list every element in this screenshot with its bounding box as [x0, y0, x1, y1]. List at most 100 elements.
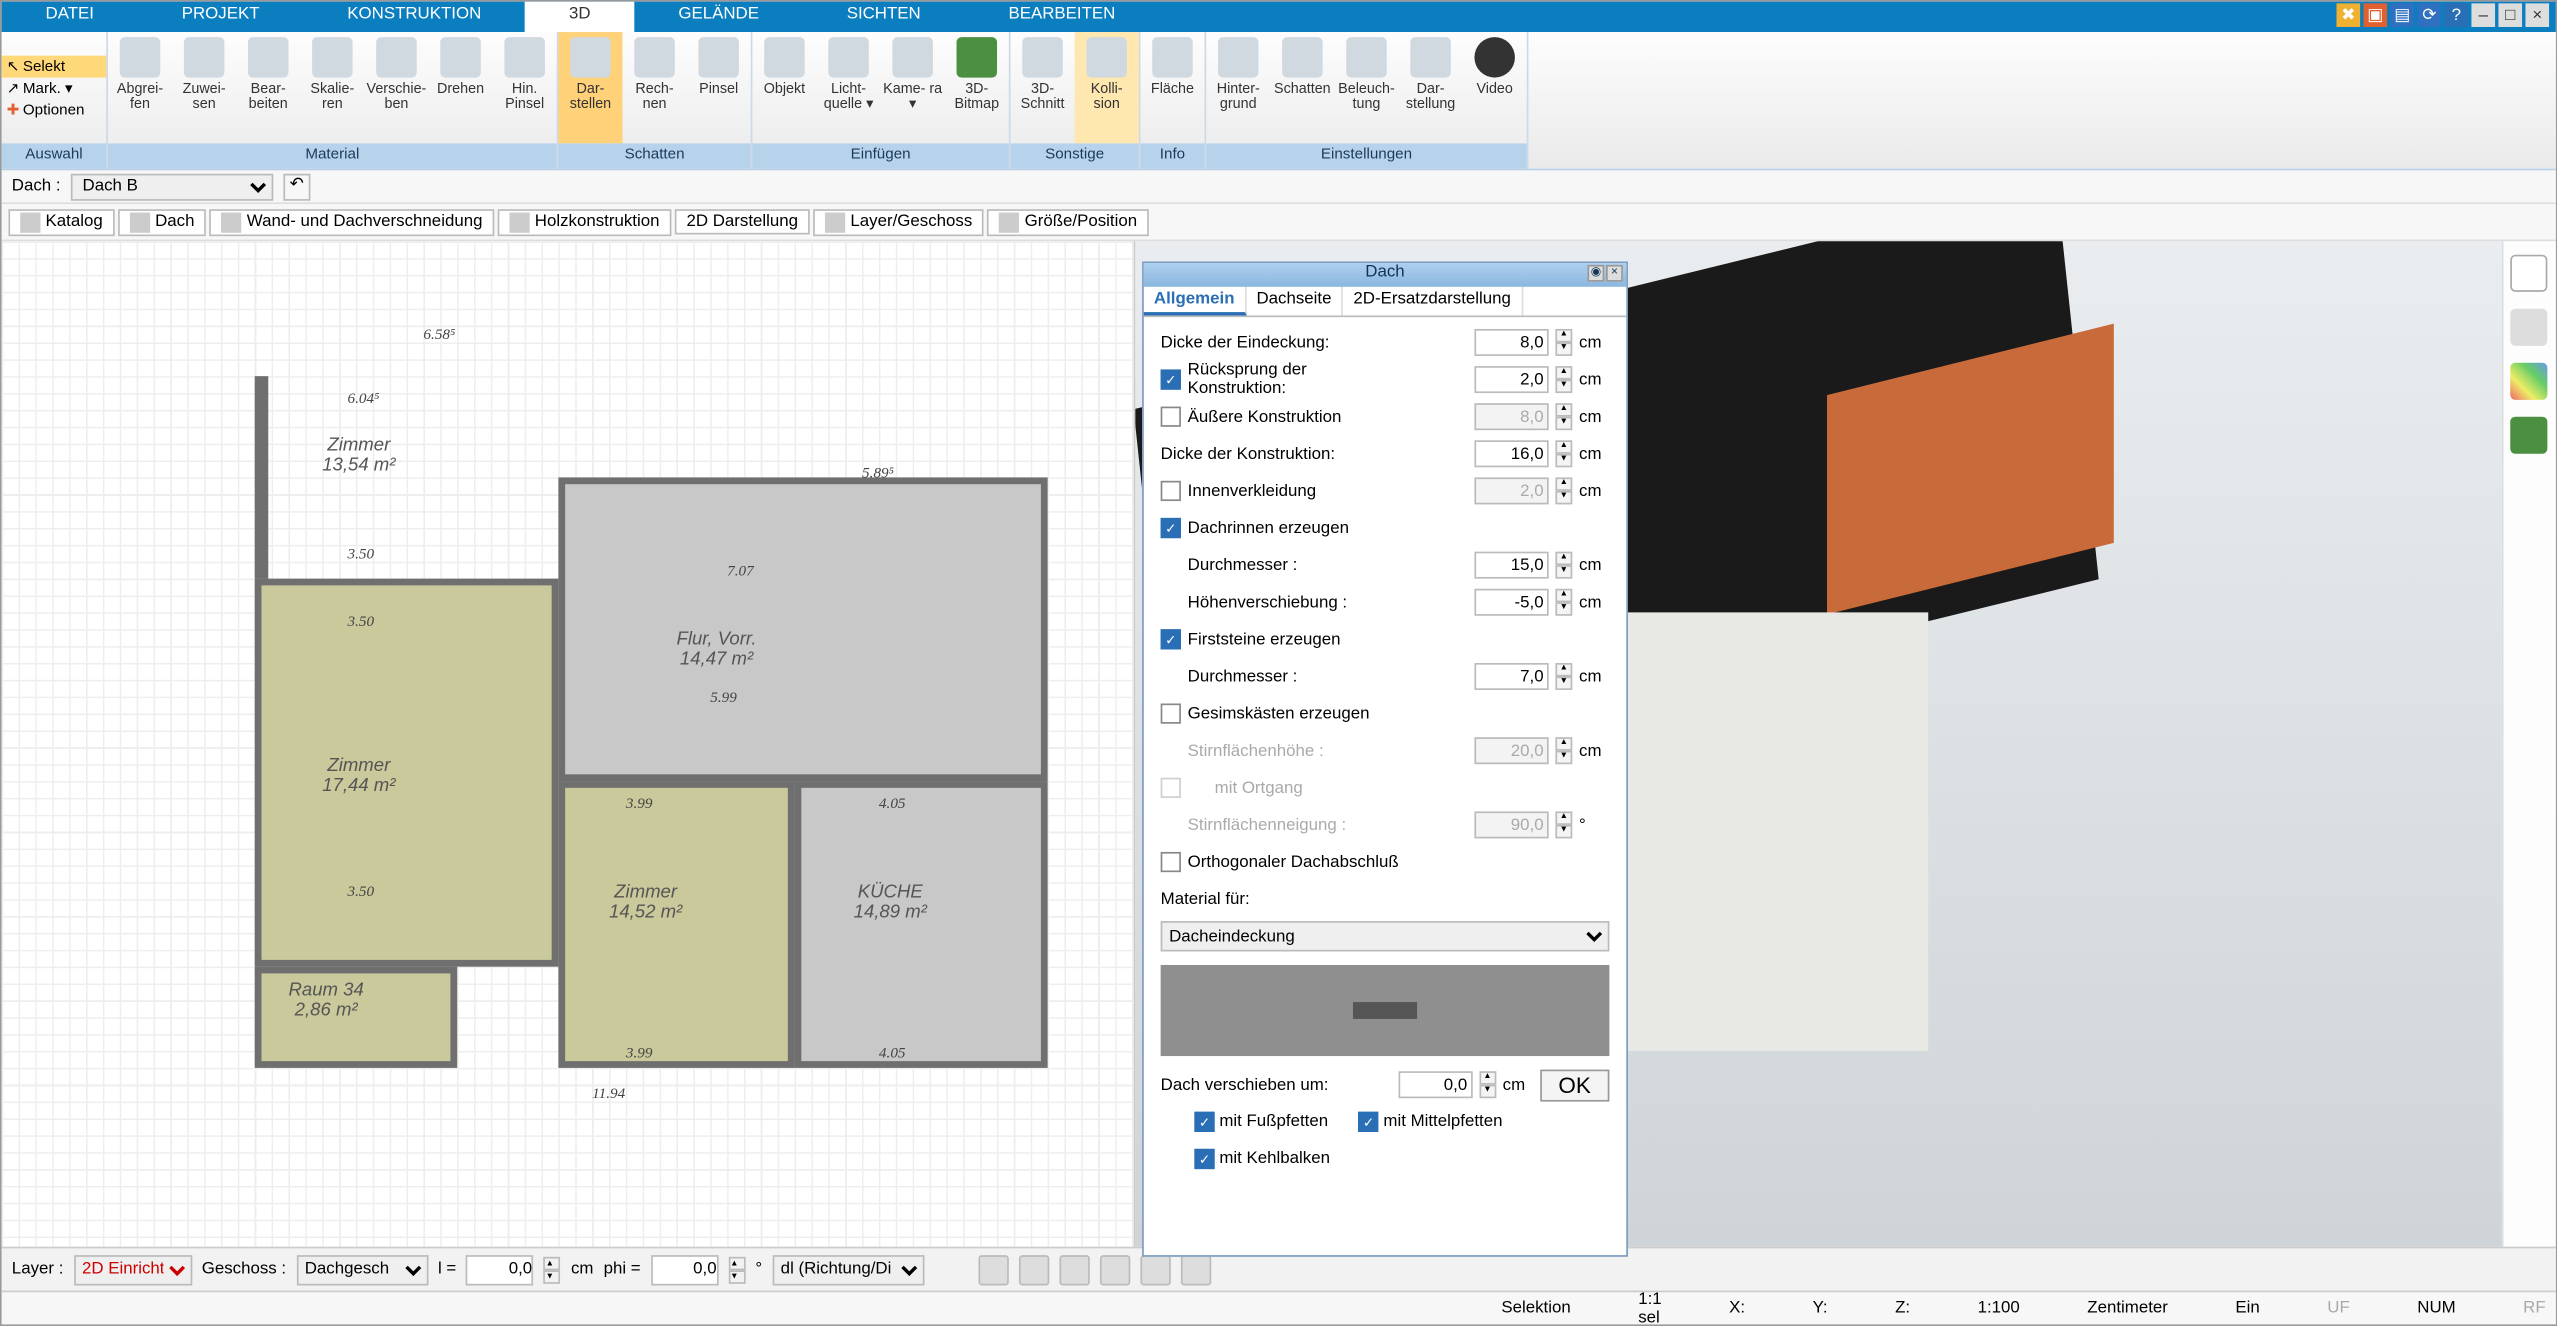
tab-2d[interactable]: 2D Darstellung	[675, 209, 810, 234]
chk-kehlbalken[interactable]: ✓	[1194, 1149, 1214, 1169]
tab-holz[interactable]: Holzkonstruktion	[498, 208, 672, 235]
tab-layer[interactable]: Layer/Geschoss	[813, 208, 984, 235]
menu-datei[interactable]: DATEI	[2, 2, 138, 32]
inp-dicke-konstr[interactable]	[1474, 440, 1548, 467]
furniture-icon[interactable]	[2510, 309, 2547, 346]
menu-sichten[interactable]: SICHTEN	[803, 2, 965, 32]
inp-l[interactable]	[466, 1254, 533, 1284]
inp-first-d[interactable]	[1474, 663, 1548, 690]
drehen-button[interactable]: Drehen	[428, 32, 492, 143]
inp-hoehe[interactable]	[1474, 589, 1548, 616]
inp-dachrinnen-d[interactable]	[1474, 552, 1548, 579]
geschoss-select[interactable]: Dachgesch	[296, 1254, 428, 1284]
menu-3d[interactable]: 3D	[525, 2, 634, 32]
inp-dicke-eindeckung[interactable]	[1474, 329, 1548, 356]
tree-icon	[957, 37, 997, 77]
close-icon[interactable]: ×	[2525, 3, 2549, 27]
tab-groesse[interactable]: Größe/Position	[987, 208, 1148, 235]
ok-button[interactable]: OK	[1540, 1069, 1610, 1101]
help-icon[interactable]: ?	[2444, 3, 2468, 27]
menu-bearbeiten[interactable]: BEARBEITEN	[965, 2, 1160, 32]
tab-dachseite[interactable]: Dachseite	[1246, 287, 1343, 316]
group-auswahl: Auswahl	[2, 143, 107, 168]
tab-allgemein[interactable]: Allgemein	[1144, 287, 1247, 316]
brush-icon	[504, 37, 544, 77]
mark-dropdown[interactable]: ↗Mark. ▾	[2, 77, 107, 99]
3d-bitmap-button[interactable]: 3D- Bitmap	[945, 32, 1009, 143]
status-num: NUM	[2417, 1299, 2455, 1318]
video-button[interactable]: Video	[1463, 32, 1527, 143]
chk-ruecksprung[interactable]: ✓	[1161, 369, 1181, 389]
dialog-close-icon[interactable]: ×	[1606, 265, 1623, 282]
darstellen-button[interactable]: Dar- stellen	[558, 32, 622, 143]
chk-ortgang	[1161, 778, 1181, 798]
arrow-icon[interactable]	[1181, 1254, 1211, 1284]
cam2-icon[interactable]	[1100, 1254, 1130, 1284]
kollision-button[interactable]: Kolli- sion	[1075, 32, 1139, 143]
material-preview[interactable]	[1161, 965, 1610, 1056]
inp-verschieben[interactable]	[1398, 1071, 1472, 1098]
render-icon	[570, 37, 610, 77]
chk-innen[interactable]	[1161, 481, 1181, 501]
tool-icon[interactable]: ⟳	[2417, 3, 2441, 27]
menu-gelaende[interactable]: GELÄNDE	[634, 2, 802, 32]
palette-icon[interactable]	[2510, 363, 2547, 400]
dim-label: 6.58⁵	[423, 326, 455, 343]
objekt-button[interactable]: Objekt	[752, 32, 816, 143]
layer-select[interactable]: 2D Einricht	[74, 1254, 192, 1284]
3d-schnitt-button[interactable]: 3D- Schnitt	[1011, 32, 1075, 143]
chk-dachrinnen[interactable]: ✓	[1161, 518, 1181, 538]
tab-katalog[interactable]: Katalog	[8, 208, 114, 235]
render-icon[interactable]	[1140, 1254, 1170, 1284]
tool-icon[interactable]: ✖	[2336, 3, 2360, 27]
inp-ruecksprung[interactable]	[1474, 366, 1548, 393]
chk-fusspfetten[interactable]: ✓	[1194, 1112, 1214, 1132]
eye-icon[interactable]	[1019, 1254, 1049, 1284]
tab-ersatz[interactable]: 2D-Ersatzdarstellung	[1343, 287, 1522, 316]
beleuchtung-button[interactable]: Beleuch- tung	[1334, 32, 1398, 143]
lichtquelle-button[interactable]: Licht- quelle ▾	[817, 32, 881, 143]
cam-icon[interactable]	[1059, 1254, 1089, 1284]
undo-icon[interactable]: ↶	[283, 173, 310, 200]
hin-pinsel-button[interactable]: Hin. Pinsel	[493, 32, 557, 143]
pinsel-button[interactable]: Pinsel	[687, 32, 751, 143]
zuweisen-button[interactable]: Zuwei- sen	[172, 32, 236, 143]
tab-dach[interactable]: Dach	[118, 208, 206, 235]
selekt-button[interactable]: ↖Selekt	[2, 55, 107, 77]
clock-icon[interactable]	[978, 1254, 1008, 1284]
chk-gesims[interactable]	[1161, 703, 1181, 723]
lbl-phi: phi =	[604, 1260, 641, 1279]
chk-ortho[interactable]	[1161, 852, 1181, 872]
menu-konstruktion[interactable]: KONSTRUKTION	[303, 2, 525, 32]
skalieren-button[interactable]: Skalie- ren	[300, 32, 364, 143]
chk-mittelpfetten[interactable]: ✓	[1358, 1112, 1378, 1132]
status-sel: Selektion	[1501, 1299, 1570, 1318]
menu-projekt[interactable]: PROJEKT	[138, 2, 304, 32]
hintergrund-button[interactable]: Hinter- grund	[1206, 32, 1270, 143]
chk-aeussere[interactable]	[1161, 407, 1181, 427]
inp-phi[interactable]	[651, 1254, 718, 1284]
chk-firststeine[interactable]: ✓	[1161, 629, 1181, 649]
verschieben-button[interactable]: Verschie- ben	[364, 32, 428, 143]
kamera-button[interactable]: Kame- ra ▾	[881, 32, 945, 143]
minimize-icon[interactable]: –	[2471, 3, 2495, 27]
dach-select[interactable]: Dach B	[71, 173, 273, 200]
tool-icon[interactable]: ▤	[2390, 3, 2414, 27]
optionen-button[interactable]: ✚Optionen	[2, 99, 107, 121]
tab-wand[interactable]: Wand- und Dachverschneidung	[210, 208, 495, 235]
spinner[interactable]: ▲▼	[1555, 329, 1572, 356]
flaeche-button[interactable]: Fläche	[1140, 32, 1204, 143]
rechnen-button[interactable]: Rech- nen	[623, 32, 687, 143]
maximize-icon[interactable]: □	[2498, 3, 2522, 27]
darstellung-button[interactable]: Dar- stellung	[1399, 32, 1463, 143]
tool-icon[interactable]: ▣	[2363, 3, 2387, 27]
2d-viewport[interactable]: 6.58⁵ Zimmer13,54 m² 6.04⁵ 3.50 Zimmer17…	[2, 241, 1136, 1246]
tree-side-icon[interactable]	[2510, 417, 2547, 454]
layers-panel-icon[interactable]	[2510, 255, 2547, 292]
bearbeiten-button[interactable]: Bear- beiten	[236, 32, 300, 143]
material-select[interactable]: Dacheindeckung	[1161, 921, 1610, 951]
schatten-button[interactable]: Schatten	[1270, 32, 1334, 143]
dl-select[interactable]: dl (Richtung/Di	[772, 1254, 924, 1284]
abgreifen-button[interactable]: Abgrei- fen	[108, 32, 172, 143]
dialog-pin-icon[interactable]: ◉	[1587, 265, 1604, 282]
